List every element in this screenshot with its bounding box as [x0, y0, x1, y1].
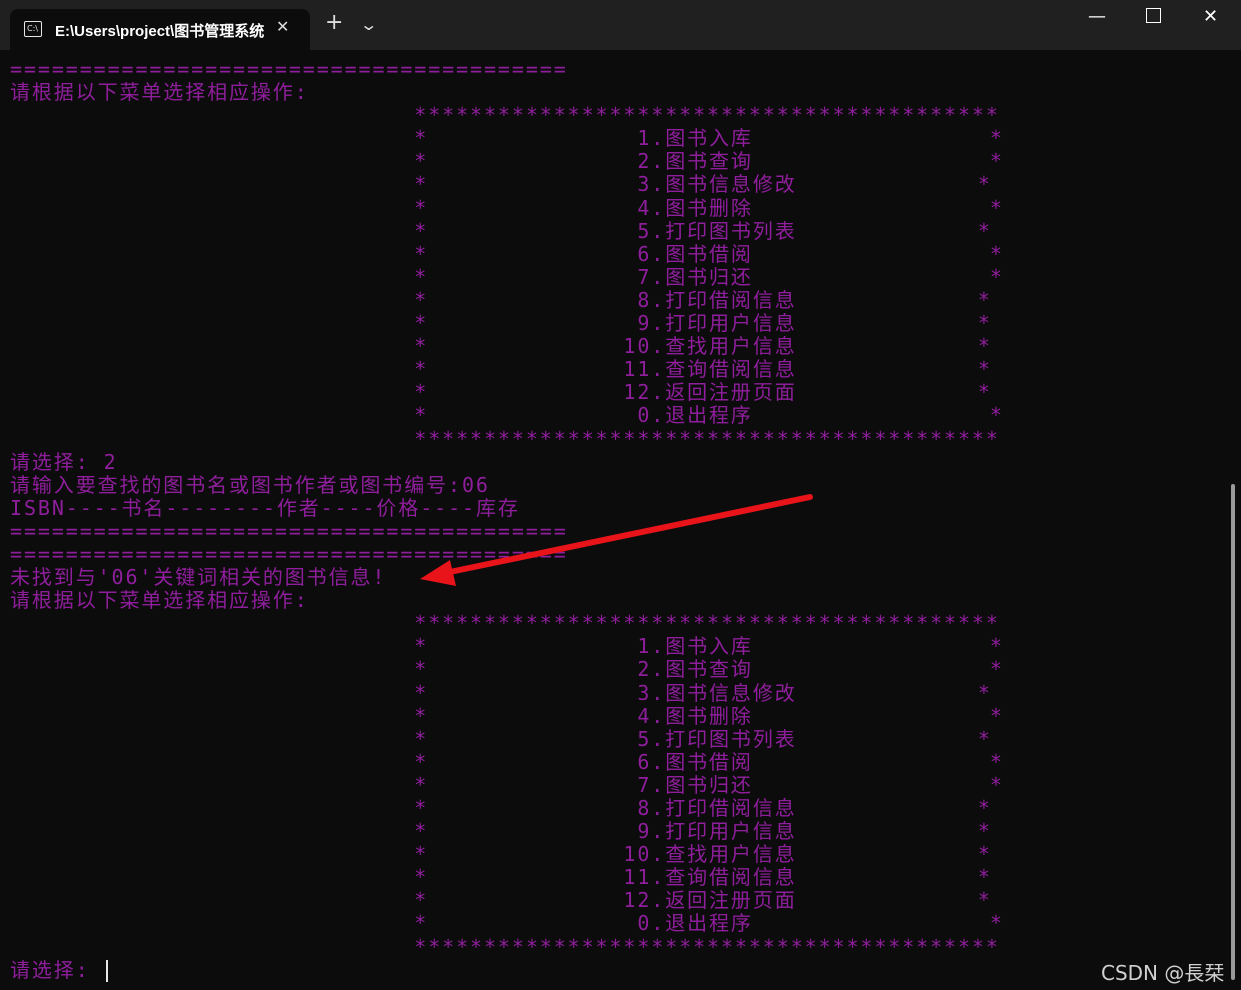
arrow-shaft [442, 494, 813, 576]
red-arrow-annotation [420, 494, 813, 586]
arrow-head [420, 560, 456, 586]
watermark: CSDN @長栞 [1101, 961, 1225, 985]
